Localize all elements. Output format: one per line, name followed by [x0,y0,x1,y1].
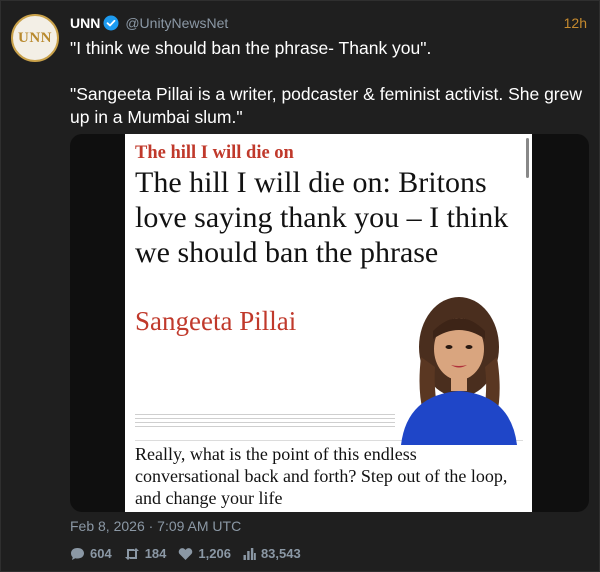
avatar[interactable]: UNN [11,14,59,62]
view-count: 83,543 [260,546,301,561]
article-standfirst: Really, what is the point of this endles… [135,444,508,508]
article-headline: The hill I will die on: Britons love say… [135,166,509,269]
article-screenshot: The hill I will die on The hill I will d… [125,134,532,512]
tweet-timestamp[interactable]: 12h [564,15,587,31]
tweet-card[interactable]: UNN UNN @UnityNewsNet 12h "I think we sh… [0,0,600,572]
verified-icon [103,15,119,31]
reply-button[interactable]: 604 [70,546,112,561]
author-handle[interactable]: @UnityNewsNet [125,15,228,31]
divider [135,418,395,419]
retweet-button[interactable]: 184 [124,546,167,561]
avatar-logo: UNN [18,29,52,46]
tweet-media[interactable]: The hill I will die on The hill I will d… [70,134,589,512]
post-date[interactable]: Feb 8, 2026 · 7:09 AM UTC [70,518,241,534]
like-count: 1,206 [198,546,231,561]
tweet-text-line-1: "I think we should ban the phrase- Thank… [70,38,432,58]
views-icon [243,547,256,560]
like-icon [179,547,193,560]
tweet-text-line-2: "Sangeeta Pillai is a writer, podcaster … [70,84,582,127]
like-button[interactable]: 1,206 [178,546,231,561]
author-portrait [401,297,517,445]
tweet-text: "I think we should ban the phrase- Thank… [70,37,590,129]
divider [135,426,395,427]
article-byline: Sangeeta Pillai [135,306,297,336]
reply-icon [71,547,84,560]
divider [135,422,395,423]
author-display-name[interactable]: UNN [70,15,100,31]
article-kicker: The hill I will die on [135,143,294,163]
views-button[interactable]: 83,543 [243,546,301,561]
engagement-bar: 604 184 1,206 83,543 [70,546,313,561]
reply-count: 604 [90,546,112,561]
tweet-header: UNN @UnityNewsNet [70,14,228,32]
divider [135,414,395,415]
retweet-icon [124,547,139,560]
retweet-count: 184 [144,546,167,561]
